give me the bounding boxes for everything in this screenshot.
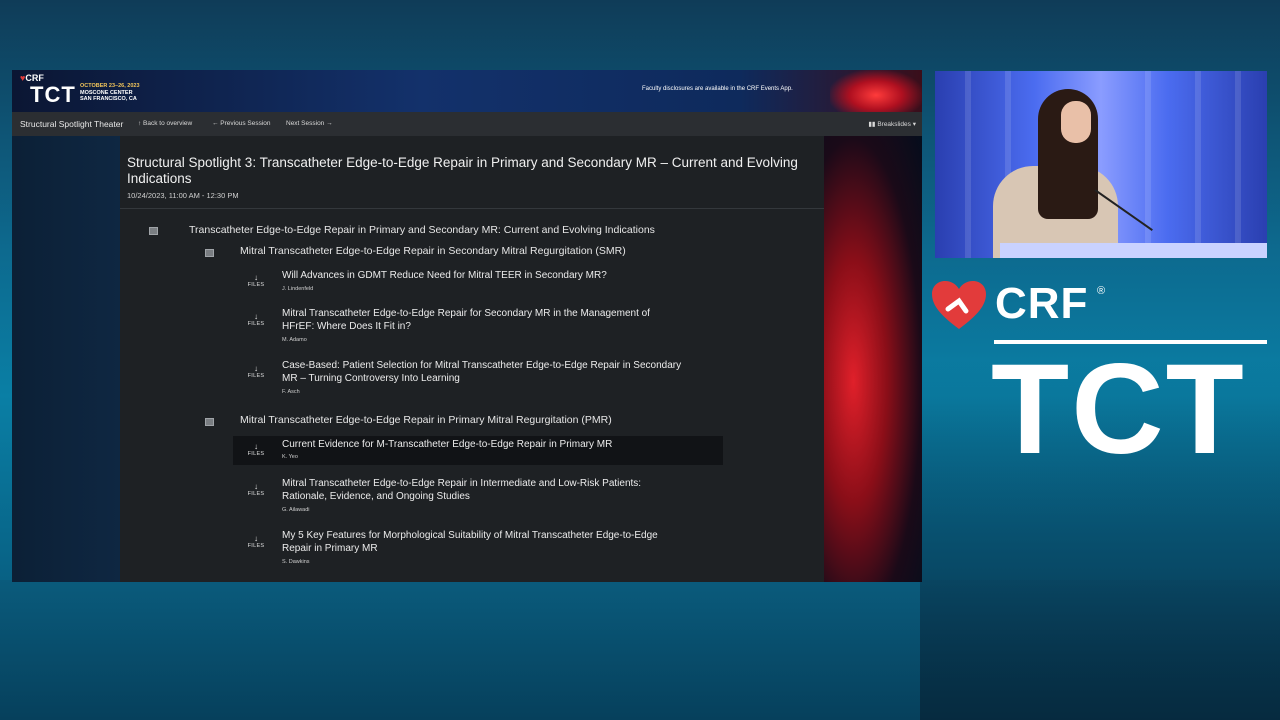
talk-item[interactable]: ↓ FILES Will Advances in GDMT Reduce Need… — [233, 262, 723, 296]
disclosure-notice: Faculty disclosures are available in the… — [642, 86, 793, 92]
event-banner: ♥CRF TCT OCTOBER 23–26, 2023 MOSCONE CEN… — [12, 70, 922, 112]
files-download[interactable]: ↓ FILES — [245, 364, 267, 379]
previous-session-link[interactable]: ← Previous Session — [212, 120, 271, 127]
brand-tct: TCT — [991, 338, 1246, 481]
talk-item-active[interactable]: ↓ FILES Current Evidence for M-Transcathe… — [233, 436, 723, 465]
files-download[interactable]: ↓ FILES — [245, 534, 267, 549]
files-download[interactable]: ↓ FILES — [245, 482, 267, 497]
session-time: 10/24/2023, 11:00 AM - 12:30 PM — [127, 191, 239, 200]
talk-title[interactable]: Current Evidence for M-Transcatheter Edg… — [282, 439, 682, 452]
theater-title[interactable]: Structural Spotlight Theater — [20, 119, 123, 129]
talk-item[interactable]: ↓ FILES Mitral Transcatheter Edge-to-Edge… — [233, 471, 723, 519]
slide-panel: ♥CRF TCT OCTOBER 23–26, 2023 MOSCONE CEN… — [12, 70, 922, 582]
heart-backdrop — [824, 136, 922, 582]
files-label: FILES — [247, 491, 265, 497]
talk-item[interactable]: ↓ FILES My 5 Key Features for Morphologic… — [233, 523, 723, 571]
download-arrow-icon: ↓ — [254, 312, 258, 321]
tct-logo: TCT — [30, 82, 76, 107]
talk-author: F. Asch — [282, 389, 300, 395]
tree-group-pmr[interactable]: Mitral Transcatheter Edge-to-Edge Repair… — [240, 414, 612, 426]
curtain-fold — [965, 71, 971, 258]
talk-title[interactable]: Case-Based: Patient Selection for Mitral… — [282, 360, 682, 385]
download-arrow-icon: ↓ — [254, 534, 258, 543]
files-label: FILES — [247, 543, 265, 549]
event-city: SAN FRANCISCO, CA — [80, 96, 137, 102]
crf-heart-icon — [932, 281, 986, 329]
breakslides-dropdown[interactable]: ▮▮ Breakslides ▾ — [868, 120, 916, 128]
files-label: FILES — [247, 282, 265, 288]
session-navbar: Structural Spotlight Theater ↑ Back to o… — [12, 112, 922, 136]
back-to-overview-link[interactable]: ↑ Back to overview — [138, 120, 192, 127]
divider — [120, 208, 824, 209]
session-title: Structural Spotlight 3: Transcatheter Ed… — [127, 155, 798, 186]
collapse-toggle-root[interactable] — [149, 227, 158, 235]
tree-root-label[interactable]: Transcatheter Edge-to-Edge Repair in Pri… — [189, 224, 655, 236]
files-download[interactable]: ↓ FILES — [245, 273, 267, 288]
event-date-text: OCTOBER 23–26, 2023 — [80, 83, 140, 89]
collapse-toggle-smr[interactable] — [205, 249, 214, 257]
talk-title[interactable]: Mitral Transcatheter Edge-to-Edge Repair… — [282, 308, 682, 333]
talk-item[interactable]: ↓ FILES Case-Based: Patient Selection for… — [233, 353, 723, 401]
talk-title[interactable]: Mitral Transcatheter Edge-to-Edge Repair… — [282, 478, 682, 503]
next-session-link[interactable]: Next Session → — [286, 120, 333, 127]
files-label: FILES — [247, 321, 265, 327]
slide-left-backdrop — [12, 136, 120, 582]
collapse-toggle-pmr[interactable] — [205, 418, 214, 426]
files-download[interactable]: ↓ FILES — [245, 312, 267, 327]
talk-title[interactable]: My 5 Key Features for Morphological Suit… — [282, 530, 682, 555]
talk-author: J. Lindenfeld — [282, 286, 314, 292]
curtain-fold — [1235, 71, 1241, 258]
download-arrow-icon: ↓ — [254, 482, 258, 491]
talk-title[interactable]: Will Advances in GDMT Reduce Need for Mi… — [282, 270, 682, 283]
files-label: FILES — [247, 373, 265, 379]
speaker-video — [935, 71, 1267, 258]
speaker-face — [1061, 101, 1091, 143]
session-content: Structural Spotlight 3: Transcatheter Ed… — [120, 136, 824, 582]
lectern — [1000, 243, 1267, 258]
talk-author: G. Ailawadi — [282, 507, 310, 513]
talk-author: S. Dawkins — [282, 559, 310, 565]
download-arrow-icon: ↓ — [254, 442, 258, 451]
brand-crf: CRF — [995, 279, 1089, 328]
tree-group-smr[interactable]: Mitral Transcatheter Edge-to-Edge Repair… — [240, 245, 626, 257]
talk-author: K. Yeo — [282, 454, 298, 460]
talk-author: M. Adamo — [282, 337, 307, 343]
talk-item[interactable]: ↓ FILES Mitral Transcatheter Edge-to-Edge… — [233, 301, 723, 349]
brand-registered: ® — [1097, 285, 1106, 297]
files-label: FILES — [247, 451, 265, 457]
event-dates: OCTOBER 23–26, 2023 MOSCONE CENTER SAN F… — [80, 83, 140, 103]
download-arrow-icon: ↓ — [254, 273, 258, 282]
heart-illustration — [830, 70, 922, 112]
download-arrow-icon: ↓ — [254, 364, 258, 373]
curtain-fold — [1195, 71, 1201, 258]
files-download[interactable]: ↓ FILES — [245, 442, 267, 457]
